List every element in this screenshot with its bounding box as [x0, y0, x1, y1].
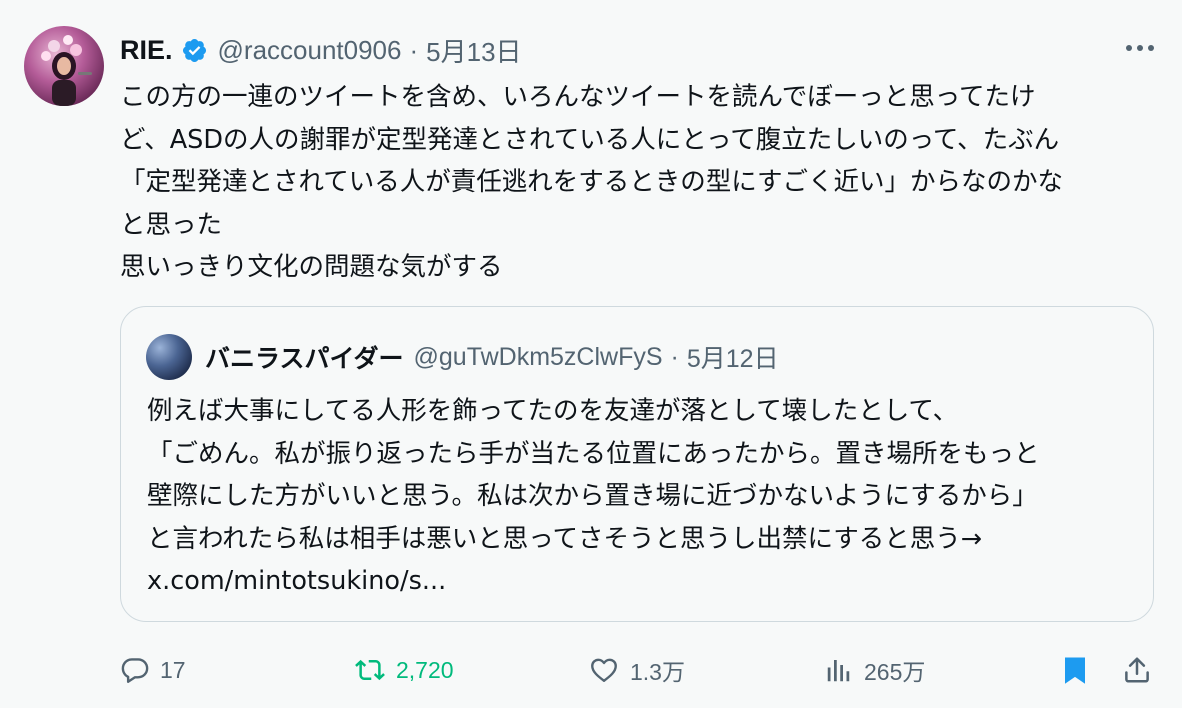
quoted-text-line: と言われたら私は相手は悪いと思ってさそうと思うし出禁にすると思う→ — [147, 523, 983, 554]
quoted-date: 5月12日 — [686, 345, 779, 373]
separator-dot: · — [670, 342, 679, 371]
quoted-text: 例えば大事にしてる人形を飾ってたのを友達が落として壊したとして、 「ごめん。私が… — [147, 390, 1137, 603]
retweet-count: 2,720 — [396, 656, 454, 683]
views-icon — [827, 660, 850, 682]
tweet-text-line: と思った — [120, 209, 223, 240]
retweet-icon — [355, 659, 385, 681]
more-icon[interactable] — [1122, 34, 1158, 62]
heart-icon — [591, 658, 617, 682]
verified-badge-icon — [181, 37, 208, 64]
tweet-text-line: 「定型発達とされている人が責任逃れをするときの型にすごく近い」からなのかな — [120, 167, 1063, 197]
like-count: 1.3万 — [630, 659, 685, 685]
reply-button[interactable]: 17 — [120, 648, 186, 692]
tweet-text-line: 思いっきり文化の問題な気がする — [120, 252, 503, 282]
quoted-link[interactable]: x.com/mintotsukino/s... — [147, 560, 1137, 603]
quoted-text-line: 壁際にした方がいいと思う。私は次から置き場に近づかないようにするから」 — [147, 481, 1038, 511]
tweet-header: RIE. @raccount0906 · 5月13日 — [120, 30, 522, 70]
tweet-text: この方の一連のツイートを含め、いろんなツイートを読んでぼーっと思ってたけ ど、A… — [120, 76, 1160, 289]
retweet-button[interactable]: 2,720 — [354, 648, 454, 692]
quoted-text-line: 例えば大事にしてる人形を飾ってたのを友達が落として壊したとして、 — [147, 396, 959, 426]
tweet-card: RIE. @raccount0906 · 5月13日 この方の一連のツイートを含… — [0, 0, 1182, 708]
tweet-text-line: この方の一連のツイートを含め、いろんなツイートを読んでぼーっと思ってたけ — [120, 82, 1036, 112]
avatar-photo-icon — [41, 35, 92, 106]
tweet-text-line: ど、ASDの人の謝罪が定型発達とされている人にとって腹立たしいのって、たぶん — [120, 124, 1060, 155]
quoted-tweet[interactable]: バニラスパイダー @guTwDkm5zClwFyS · 5月12日 例えば大事に… — [120, 306, 1154, 622]
tweet-date[interactable]: 5月13日 — [426, 32, 521, 69]
quoted-author-name: バニラスパイダー — [205, 344, 404, 373]
share-button[interactable] — [1122, 648, 1152, 692]
reply-icon — [121, 658, 149, 683]
bookmark-button[interactable] — [1060, 648, 1090, 692]
share-icon — [1125, 657, 1149, 683]
quoted-text-line: 「ごめん。私が振り返ったら手が当たる位置にあったから。置き場所をもっと — [147, 438, 1040, 469]
views-count: 265万 — [864, 659, 926, 685]
author-name[interactable]: RIE. — [120, 35, 173, 66]
action-bar: 17 2,720 1.3万 265万 — [0, 648, 1182, 692]
like-button[interactable]: 1.3万 — [588, 648, 685, 692]
separator-dot: · — [409, 34, 419, 65]
author-handle[interactable]: @raccount0906 — [218, 35, 402, 66]
quoted-header: バニラスパイダー @guTwDkm5zClwFyS · 5月12日 — [205, 337, 779, 377]
views-button[interactable]: 265万 — [824, 648, 925, 692]
quoted-author-handle: @guTwDkm5zClwFyS — [413, 342, 663, 371]
avatar[interactable] — [24, 26, 104, 106]
reply-count: 17 — [160, 656, 186, 683]
quoted-avatar[interactable] — [146, 334, 192, 380]
bookmark-icon — [1065, 657, 1085, 684]
